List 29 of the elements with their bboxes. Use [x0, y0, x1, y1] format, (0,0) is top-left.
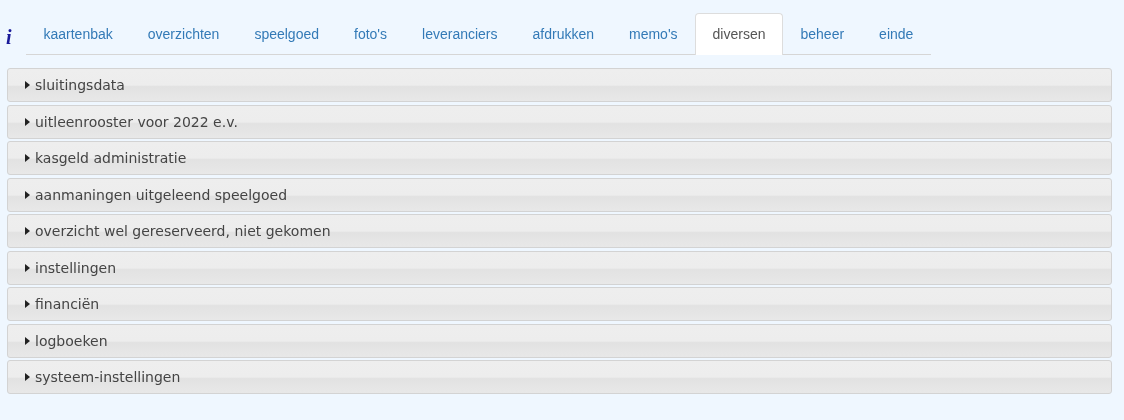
accordion-header[interactable]: kasgeld administratie: [7, 141, 1112, 175]
section-title: uitleenrooster voor 2022 e.v.: [35, 113, 238, 130]
section-title: kasgeld administratie: [35, 150, 187, 166]
nav-tab[interactable]: leveranciers: [404, 13, 515, 54]
section-title: aanmaningen uitgeleend speelgoed: [35, 186, 288, 203]
nav-tab[interactable]: diversen: [695, 13, 783, 55]
section-title: sluitingsdata: [35, 77, 125, 93]
section-title: logboeken: [35, 332, 108, 349]
nav-tab[interactable]: afdrukken: [515, 13, 612, 54]
accordion-header[interactable]: logboeken: [7, 323, 1112, 358]
accordion-header[interactable]: overzicht wel gereserveerd, niet gekomen: [7, 214, 1112, 248]
nav-tab[interactable]: speelgoed: [236, 13, 337, 54]
accordion-header[interactable]: systeem-instellingen: [7, 360, 1112, 394]
section-title: instellingen: [35, 259, 117, 276]
nav-tab[interactable]: overzichten: [130, 13, 237, 54]
section-title: financiën: [35, 296, 100, 312]
nav-tab[interactable]: kaartenbak: [26, 13, 131, 54]
accordion-header[interactable]: aanmaningen uitgeleend speelgoed: [7, 177, 1112, 212]
nav-tab[interactable]: einde: [861, 13, 931, 54]
section-title: overzicht wel gereserveerd, niet gekomen: [35, 223, 331, 239]
accordion-header[interactable]: uitleenrooster voor 2022 e.v.: [7, 104, 1112, 139]
nav-tab[interactable]: beheer: [783, 13, 862, 54]
nav-tab[interactable]: foto's: [336, 13, 405, 54]
accordion-header[interactable]: sluitingsdata: [7, 68, 1112, 102]
accordion-header[interactable]: financiën: [7, 287, 1112, 321]
info-icon[interactable]: i: [6, 27, 26, 47]
nav-tab[interactable]: memo's: [611, 13, 696, 54]
section-title: systeem-instellingen: [35, 369, 181, 385]
accordion-header[interactable]: instellingen: [7, 250, 1112, 285]
